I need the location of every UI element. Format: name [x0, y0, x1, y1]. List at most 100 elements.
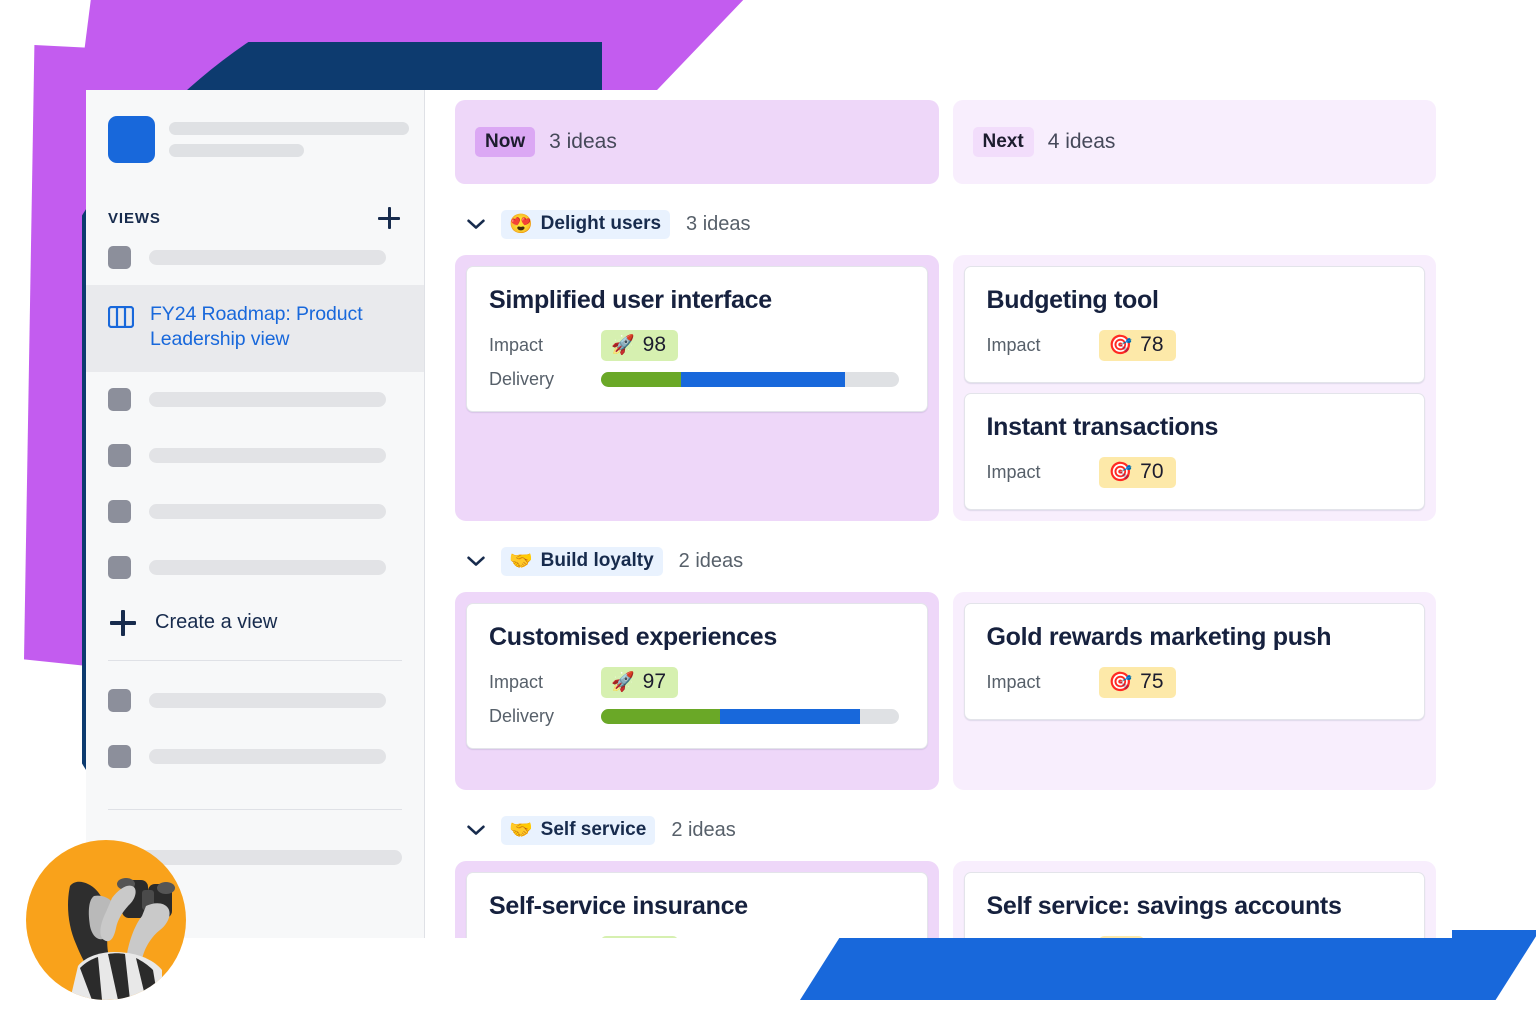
create-view-label: Create a view [155, 611, 278, 634]
idea-card[interactable]: Budgeting tool Impact 🎯 78 [963, 266, 1425, 383]
project-logo [108, 116, 155, 163]
placeholder-icon [108, 745, 131, 769]
chevron-down-icon[interactable] [467, 556, 485, 567]
impact-badge: 🎯 75 [1098, 667, 1176, 698]
lane-filler [466, 422, 928, 500]
idea-card[interactable]: Instant transactions Impact 🎯 70 [963, 393, 1425, 510]
board-area: Now 3 ideas Next 4 ideas 😍 Delight users [425, 90, 1452, 938]
group-build-loyalty: 🤝 Build loyalty 2 ideas Customised exper… [455, 547, 1436, 790]
sidebar-placeholder-item[interactable] [86, 540, 424, 596]
column-headers: Now 3 ideas Next 4 ideas [455, 100, 1436, 184]
plus-icon [110, 609, 136, 636]
card-title: Gold rewards marketing push [986, 623, 1332, 651]
add-view-icon[interactable] [378, 207, 400, 229]
group-count: 2 ideas [678, 550, 744, 572]
smiling-face-with-hearts-icon: 😍 [509, 213, 533, 235]
app-window: VIEWS FY24 Roadmap: Product Leadership v… [86, 90, 1452, 938]
delivery-label: Delivery [489, 706, 555, 726]
column-chip-next: Next [972, 127, 1034, 157]
impact-value: 70 [1140, 460, 1164, 483]
delivery-progress-bar [601, 709, 899, 724]
idea-card[interactable]: Self-service insurance Impact 🚀 80 [466, 872, 928, 938]
lane-next: Self service: savings accounts Impact 46 [952, 861, 1436, 938]
group-label: Self service [540, 819, 647, 840]
lane-next: Budgeting tool Impact 🎯 78 Instant trans… [952, 255, 1436, 521]
card-title: Simplified user interface [489, 286, 772, 314]
column-header-next[interactable]: Next 4 ideas [952, 100, 1436, 184]
idea-card[interactable]: Customised experiences Impact 🚀 97 Deliv… [466, 603, 928, 749]
sidebar-placeholder-item[interactable] [86, 673, 424, 729]
card-title: Self service: savings accounts [986, 892, 1342, 920]
delivery-segment-inprogress [681, 372, 845, 387]
group-chip: 🤝 Build loyalty [501, 547, 663, 576]
card-title: Self-service insurance [489, 892, 748, 920]
placeholder-icon [108, 245, 131, 269]
sidebar-divider [108, 808, 402, 810]
views-section-header: VIEWS [86, 163, 424, 229]
placeholder-icon [108, 444, 131, 468]
sidebar-placeholder-item[interactable] [86, 484, 424, 540]
impact-badge: 🚀 98 [601, 330, 679, 361]
decorative-blue-shape-bottom [800, 930, 1536, 1000]
impact-label: Impact [489, 335, 544, 355]
card-title: Instant transactions [986, 413, 1219, 441]
group-header[interactable]: 🤝 Build loyalty 2 ideas [455, 547, 1436, 576]
placeholder-icon [108, 388, 131, 412]
idea-card[interactable]: Simplified user interface Impact 🚀 98 De… [466, 266, 928, 412]
board-columns-icon [107, 305, 135, 329]
group-header[interactable]: 🤝 Self service 2 ideas [455, 816, 1436, 845]
sidebar-placeholder-item[interactable] [86, 372, 424, 428]
delivery-segment-inprogress [720, 709, 860, 724]
column-header-now[interactable]: Now 3 ideas [455, 100, 939, 184]
group-label: Build loyalty [540, 550, 654, 571]
placeholder-label [149, 560, 386, 576]
group-label: Delight users [540, 213, 662, 234]
chevron-down-icon[interactable] [467, 219, 485, 230]
sidebar-placeholder-item[interactable] [86, 428, 424, 484]
placeholder-label [149, 693, 386, 709]
card-title: Budgeting tool [986, 286, 1159, 314]
placeholder-line [169, 122, 409, 135]
group-chip: 😍 Delight users [501, 210, 671, 239]
placeholder-icon [108, 556, 131, 580]
placeholder-line [169, 144, 304, 157]
idea-card[interactable]: Self service: savings accounts Impact 46 [963, 872, 1425, 938]
person-with-binoculars-avatar [26, 840, 186, 1000]
card-impact-row: Impact 🎯 70 [987, 457, 1403, 488]
group-count: 2 ideas [671, 819, 736, 841]
impact-value: 97 [642, 670, 667, 693]
lane-now: Customised experiences Impact 🚀 97 Deliv… [455, 592, 939, 790]
impact-label: Impact [489, 672, 544, 692]
sidebar-placeholder-item[interactable] [86, 729, 424, 785]
column-chip-now: Now [475, 127, 536, 157]
views-section-title: VIEWS [108, 209, 161, 227]
sidebar-item-fy24-roadmap[interactable]: FY24 Roadmap: Product Leadership view [86, 285, 424, 372]
placeholder-label [149, 448, 386, 464]
placeholder-label [149, 749, 386, 765]
group-self-service: 🤝 Self service 2 ideas Self-service insu… [455, 816, 1436, 938]
create-view-button[interactable]: Create a view [86, 596, 424, 636]
placeholder-label [149, 249, 386, 265]
rocket-icon: 🚀 [611, 334, 635, 356]
impact-badge: 🎯 78 [1098, 330, 1176, 361]
sidebar-placeholder-item[interactable] [86, 229, 424, 285]
impact-value: 78 [1140, 333, 1164, 356]
impact-badge: 🚀 97 [601, 667, 679, 698]
column-count-next: 4 ideas [1047, 130, 1116, 153]
idea-card[interactable]: Gold rewards marketing push Impact 🎯 75 [963, 603, 1425, 720]
group-lanes: Self-service insurance Impact 🚀 80 [455, 861, 1436, 938]
group-header[interactable]: 😍 Delight users 3 ideas [455, 210, 1436, 239]
card-delivery-row: Delivery [489, 369, 905, 390]
target-icon: 🎯 [1108, 461, 1133, 483]
delivery-label: Delivery [489, 369, 555, 389]
chevron-down-icon[interactable] [467, 825, 485, 836]
placeholder-icon [108, 500, 131, 524]
card-impact-row: Impact 🚀 97 [489, 667, 905, 698]
impact-label: Impact [986, 335, 1041, 355]
card-impact-row: Impact 🎯 78 [987, 330, 1403, 361]
brand-placeholder-text [169, 122, 409, 157]
impact-badge: 46 [1098, 936, 1144, 938]
sidebar: VIEWS FY24 Roadmap: Product Leadership v… [86, 90, 425, 938]
group-lanes: Customised experiences Impact 🚀 97 Deliv… [455, 592, 1436, 790]
delivery-segment-done [601, 709, 720, 724]
